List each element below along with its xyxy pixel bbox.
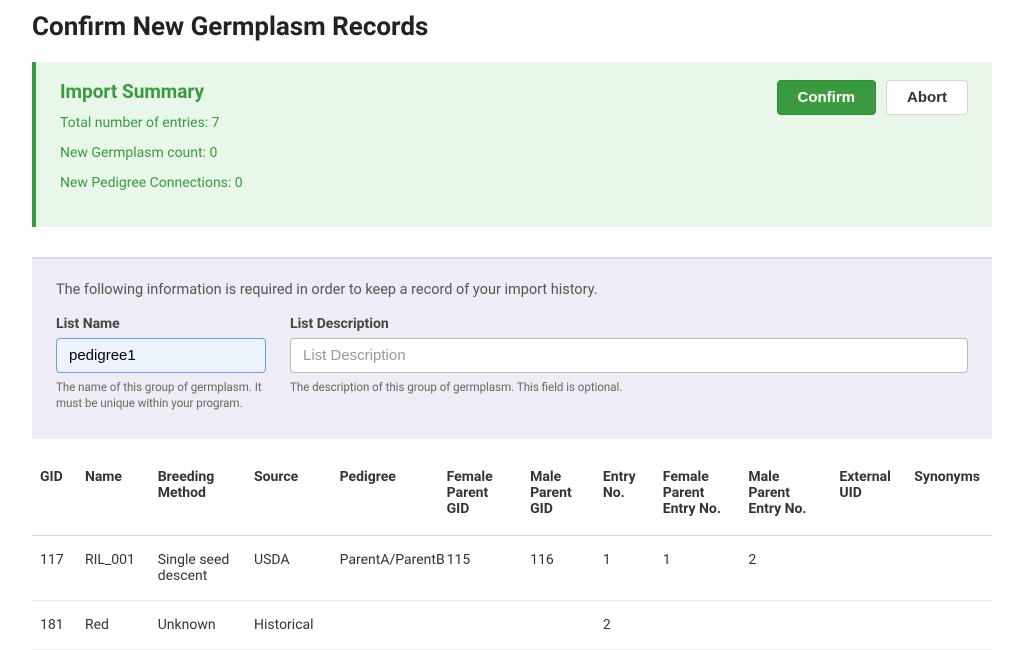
cell-external-uid xyxy=(831,601,906,650)
col-header-pedigree: Pedigree xyxy=(332,457,439,536)
cell-pedigree: ParentA/ParentB xyxy=(332,536,439,601)
cell-male-parent-entry-no: 2 xyxy=(740,536,831,601)
cell-source: Historical xyxy=(246,601,332,650)
cell-gid: 181 xyxy=(32,601,77,650)
col-header-gid: GID xyxy=(32,457,77,536)
cell-pedigree xyxy=(332,601,439,650)
table-body: 117 RIL_001 Single seed descent USDA Par… xyxy=(32,536,992,650)
list-description-input[interactable] xyxy=(290,338,968,373)
summary-new-germplasm: New Germplasm count: 0 xyxy=(60,145,777,161)
list-name-help: The name of this group of germplasm. It … xyxy=(56,379,266,411)
confirm-button[interactable]: Confirm xyxy=(777,80,877,115)
cell-female-parent-gid xyxy=(439,601,522,650)
summary-content: Import Summary Total number of entries: … xyxy=(60,80,777,205)
col-header-source: Source xyxy=(246,457,332,536)
col-header-male-parent-gid: Male Parent GID xyxy=(522,457,595,536)
col-header-female-parent-gid: Female Parent GID xyxy=(439,457,522,536)
cell-breeding-method: Single seed descent xyxy=(150,536,246,601)
abort-button[interactable]: Abort xyxy=(886,80,968,115)
cell-source: USDA xyxy=(246,536,332,601)
import-details-panel: The following information is required in… xyxy=(32,257,992,439)
col-header-male-parent-entry-no: Male Parent Entry No. xyxy=(740,457,831,536)
list-name-input[interactable] xyxy=(56,338,266,373)
list-description-group: List Description The description of this… xyxy=(290,316,968,411)
col-header-external-uid: External UID xyxy=(831,457,906,536)
import-summary-panel: Import Summary Total number of entries: … xyxy=(32,62,992,227)
germplasm-table: GID Name Breeding Method Source Pedigree… xyxy=(32,457,992,650)
col-header-name: Name xyxy=(77,457,150,536)
cell-breeding-method: Unknown xyxy=(150,601,246,650)
cell-synonyms xyxy=(906,601,992,650)
page-title: Confirm New Germplasm Records xyxy=(32,12,992,42)
summary-new-pedigree: New Pedigree Connections: 0 xyxy=(60,175,777,191)
cell-female-parent-entry-no xyxy=(655,601,741,650)
cell-female-parent-entry-no: 1 xyxy=(655,536,741,601)
cell-male-parent-gid xyxy=(522,601,595,650)
list-name-group: List Name The name of this group of germ… xyxy=(56,316,266,411)
form-row: List Name The name of this group of germ… xyxy=(56,316,968,411)
col-header-synonyms: Synonyms xyxy=(906,457,992,536)
col-header-breeding-method: Breeding Method xyxy=(150,457,246,536)
list-description-label: List Description xyxy=(290,316,968,332)
cell-name: RIL_001 xyxy=(77,536,150,601)
table-row: 117 RIL_001 Single seed descent USDA Par… xyxy=(32,536,992,601)
table-row: 181 Red Unknown Historical 2 xyxy=(32,601,992,650)
cell-external-uid xyxy=(831,536,906,601)
cell-female-parent-gid: 115 xyxy=(439,536,522,601)
cell-male-parent-gid: 116 xyxy=(522,536,595,601)
summary-title: Import Summary xyxy=(60,80,777,103)
cell-gid: 117 xyxy=(32,536,77,601)
cell-name: Red xyxy=(77,601,150,650)
cell-entry-no: 1 xyxy=(595,536,655,601)
list-description-help: The description of this group of germpla… xyxy=(290,379,968,395)
col-header-entry-no: Entry No. xyxy=(595,457,655,536)
table-header: GID Name Breeding Method Source Pedigree… xyxy=(32,457,992,536)
summary-total-entries: Total number of entries: 7 xyxy=(60,115,777,131)
cell-entry-no: 2 xyxy=(595,601,655,650)
form-intro-text: The following information is required in… xyxy=(56,281,968,298)
cell-male-parent-entry-no xyxy=(740,601,831,650)
summary-actions: Confirm Abort xyxy=(777,80,969,115)
col-header-female-parent-entry-no: Female Parent Entry No. xyxy=(655,457,741,536)
cell-synonyms xyxy=(906,536,992,601)
list-name-label: List Name xyxy=(56,316,266,332)
